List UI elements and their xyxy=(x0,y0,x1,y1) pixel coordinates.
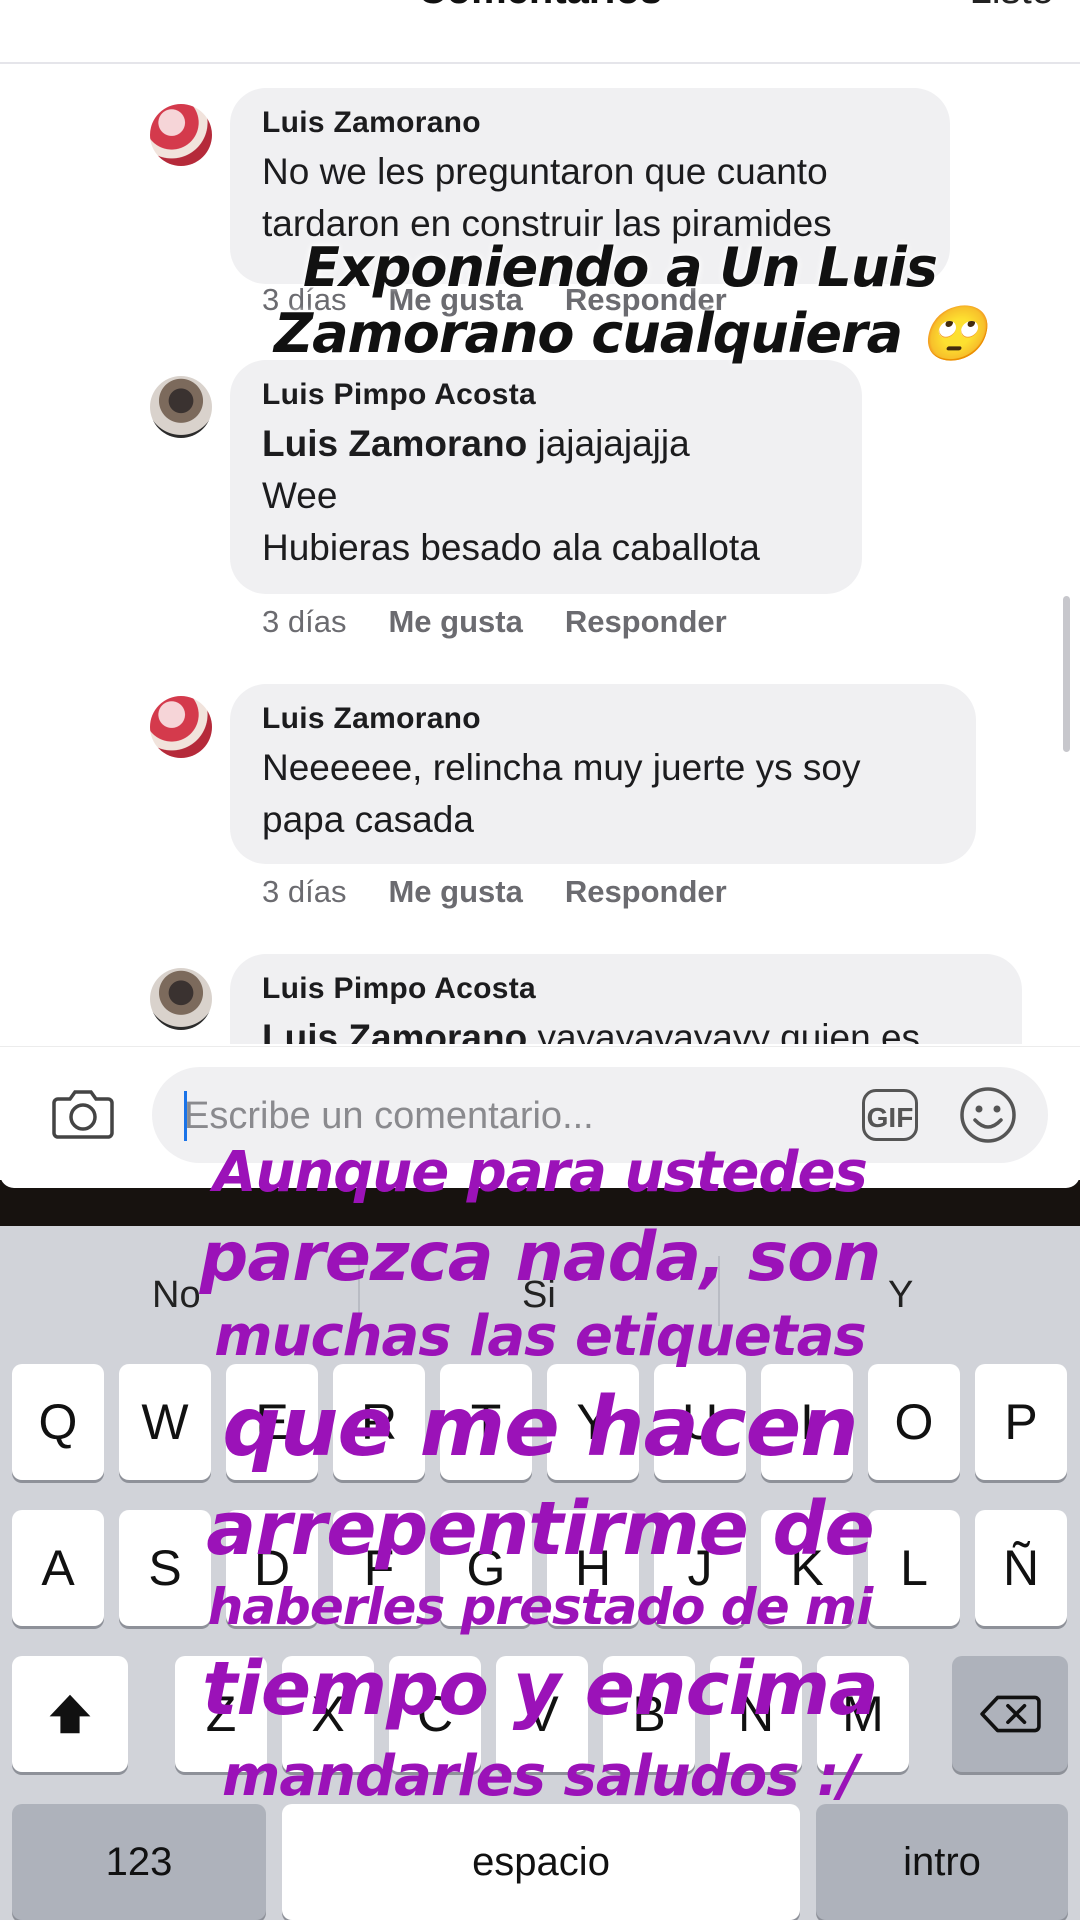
avatar[interactable] xyxy=(150,104,212,166)
avatar[interactable] xyxy=(150,968,212,1030)
comment-line: No we les preguntaron que cuanto xyxy=(262,151,828,192)
comment-line: Luis Zamorano jajajajajja xyxy=(262,418,832,470)
comment-line-text: yayayayayayy quien es xyxy=(527,1017,921,1044)
comment-line: Hubieras besado ala caballota xyxy=(262,527,760,568)
comment-text: Neeeeee, relincha muy juerte ys soy papa… xyxy=(262,742,946,846)
overlay-text-line: haberles prestado de mi xyxy=(207,1578,874,1636)
comments-list[interactable]: Luis Zamorano No we les preguntaron que … xyxy=(0,64,1080,1044)
comment-bubble: Luis Pimpo Acosta Luis Zamorano yayayaya… xyxy=(230,954,1022,1044)
like-button[interactable]: Me gusta xyxy=(388,874,522,909)
comment-text: No we les preguntaron que cuanto tardaro… xyxy=(262,146,920,250)
mention-link[interactable]: Luis Zamorano xyxy=(262,1017,527,1044)
gif-button[interactable]: GIF xyxy=(862,1089,918,1141)
comment-bubble: Luis Pimpo Acosta Luis Zamorano jajajaja… xyxy=(230,360,862,594)
overlay-caption-line: Exponiendo a Un Luis xyxy=(303,236,938,299)
comment-author[interactable]: Luis Zamorano xyxy=(262,106,920,140)
header: Comentarios Listo xyxy=(0,0,1080,64)
overlay-text-line: que me hacen xyxy=(222,1380,858,1475)
overlay-text-line: mandarles saludos :/ xyxy=(222,1744,859,1809)
comment-meta: 3 días Me gusta Responder xyxy=(262,874,769,910)
comment-author[interactable]: Luis Zamorano xyxy=(262,702,946,736)
comment-time: 3 días xyxy=(262,604,347,639)
comment-line: papa casada xyxy=(262,799,474,840)
comment-author[interactable]: Luis Pimpo Acosta xyxy=(262,378,832,412)
avatar[interactable] xyxy=(150,696,212,758)
overlay-text-line: Aunque para ustedes xyxy=(213,1140,868,1205)
comment-line-text: jajajajajja xyxy=(527,423,690,464)
comment-time: 3 días xyxy=(262,874,347,909)
scrollbar[interactable] xyxy=(1063,596,1070,752)
done-button[interactable]: Listo xyxy=(970,0,1055,13)
comment-input[interactable] xyxy=(182,1085,826,1147)
comment-line: Wee xyxy=(262,475,338,516)
comment-bubble: Luis Zamorano Neeeeee, relincha muy juer… xyxy=(230,684,976,864)
overlay-caption-line: Zamorano cualquiera 🙄 xyxy=(273,302,987,365)
mention-link[interactable]: Luis Zamorano xyxy=(262,423,527,464)
comment-author[interactable]: Luis Pimpo Acosta xyxy=(262,972,992,1006)
overlay-text-line: arrepentirme de xyxy=(206,1486,874,1572)
reply-button[interactable]: Responder xyxy=(565,604,727,639)
comment-meta: 3 días Me gusta Responder xyxy=(262,604,769,640)
overlay-text-line: parezca nada, son xyxy=(199,1218,882,1297)
space-key[interactable]: espacio xyxy=(282,1804,800,1920)
camera-icon[interactable] xyxy=(52,1085,114,1141)
overlay-text-line: muchas las etiquetas xyxy=(214,1304,866,1369)
numbers-key[interactable]: 123 xyxy=(12,1804,266,1920)
page-title: Comentarios xyxy=(0,0,1080,13)
avatar[interactable] xyxy=(150,376,212,438)
return-key[interactable]: intro xyxy=(816,1804,1068,1920)
comment-text: Luis Zamorano jajajajajja Wee Hubieras b… xyxy=(262,418,832,574)
like-button[interactable]: Me gusta xyxy=(388,604,522,639)
reply-button[interactable]: Responder xyxy=(565,874,727,909)
emoji-icon[interactable] xyxy=(958,1085,1018,1145)
comment-line: Neeeeee, relincha muy juerte ys soy xyxy=(262,747,861,788)
comment-text: Luis Zamorano yayayayayayy quien es xyxy=(262,1012,992,1044)
overlay-text-line: tiempo y encima xyxy=(202,1646,879,1732)
comment-line: Luis Zamorano yayayayayayy quien es xyxy=(262,1012,992,1044)
